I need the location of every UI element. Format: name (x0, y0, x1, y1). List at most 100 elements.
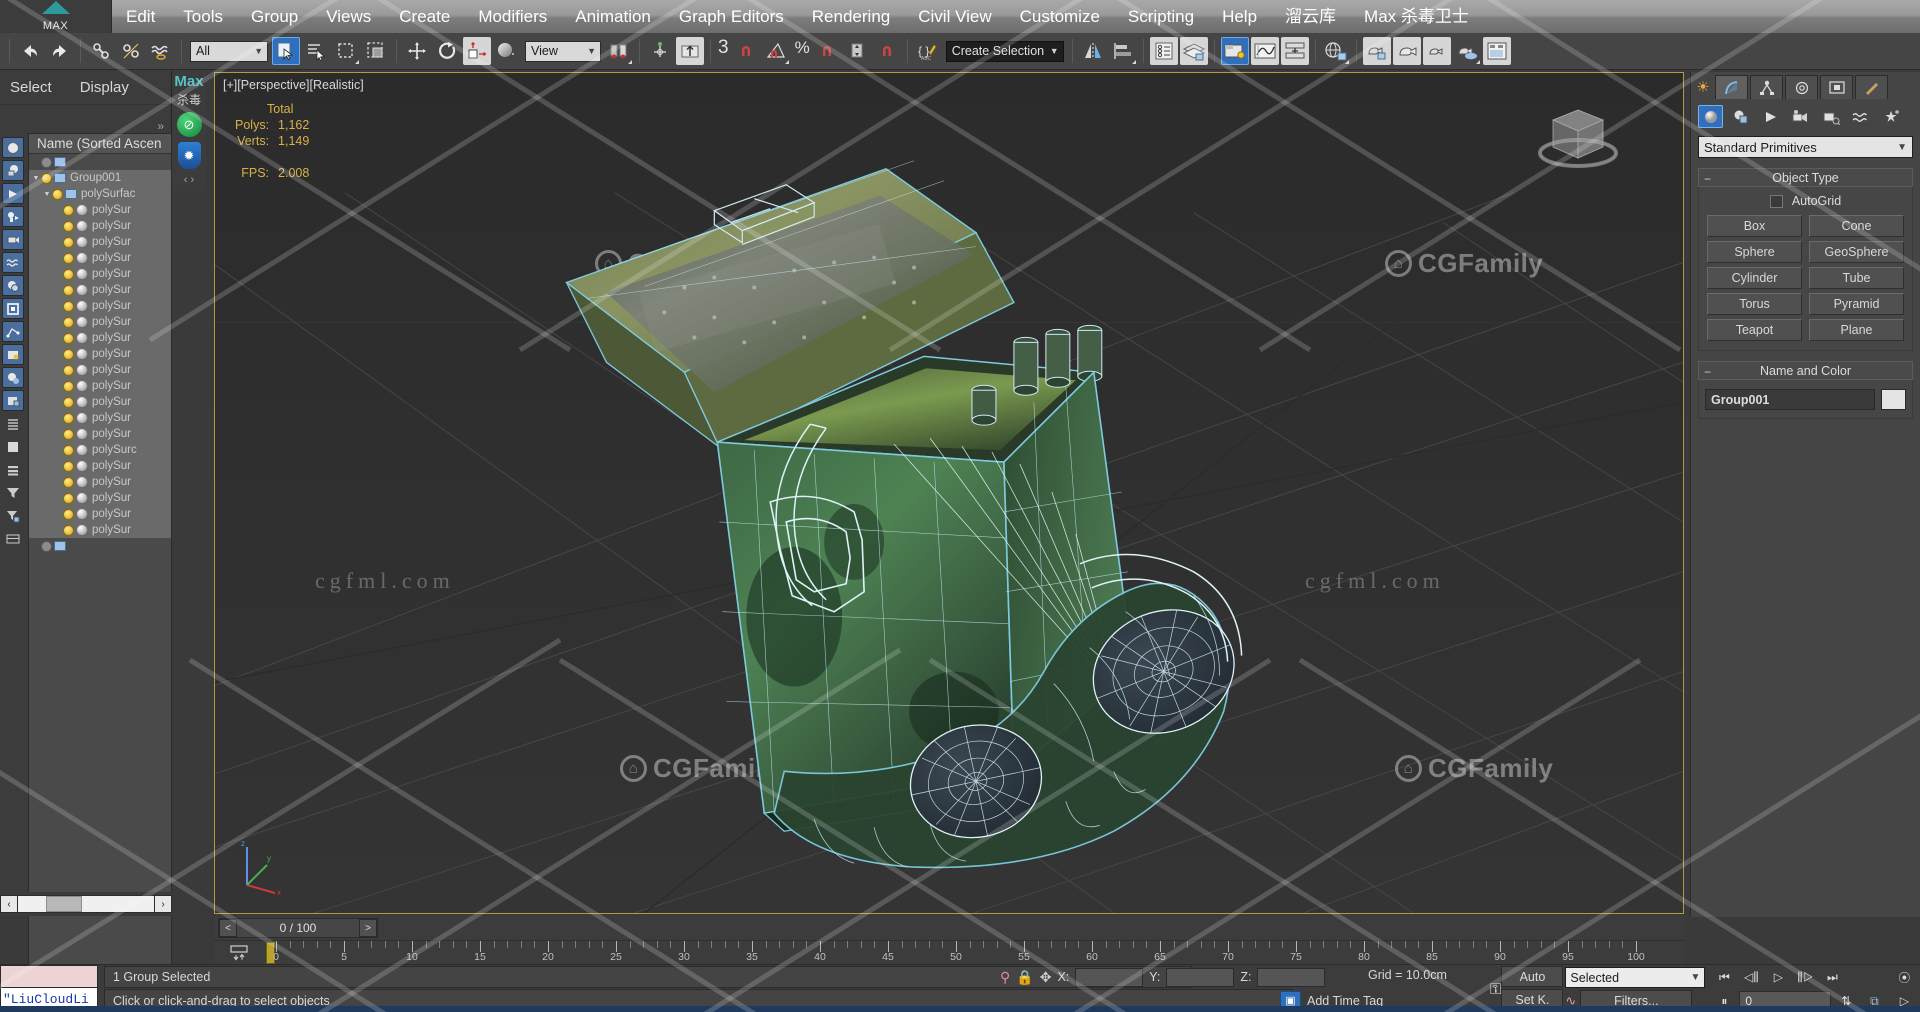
visibility-bulb-icon[interactable] (63, 444, 74, 456)
menu-item-customize[interactable]: Customize (1006, 0, 1114, 33)
visibility-bulb-icon[interactable] (63, 252, 74, 264)
antivirus-collapse-icon[interactable]: ‹ › (184, 174, 194, 186)
scene-node-row[interactable]: polySur (29, 298, 171, 314)
open-mini-curve-editor-icon[interactable] (228, 944, 250, 962)
display-containers-icon[interactable] (2, 390, 24, 411)
tab-create[interactable] (1715, 75, 1748, 99)
scene-node-row[interactable]: polySur (29, 250, 171, 266)
scene-node-row[interactable]: polySur (29, 490, 171, 506)
auto-key-button[interactable]: Auto (1501, 966, 1564, 987)
coord-y-field[interactable] (1166, 967, 1235, 987)
create-cone-button[interactable]: Cone (1809, 215, 1904, 237)
menu-item-modifiers[interactable]: Modifiers (464, 0, 561, 33)
absolute-relative-toggle-icon[interactable]: ✥ (1040, 969, 1052, 986)
visibility-bulb-icon[interactable] (63, 396, 74, 408)
angle-snap-toggle-icon[interactable] (762, 37, 790, 65)
object-name-input[interactable]: Group001 (1705, 389, 1875, 410)
select-and-scale-icon[interactable] (463, 37, 491, 65)
render-production-icon[interactable] (1362, 37, 1391, 65)
render-iterative-icon[interactable] (1392, 37, 1421, 65)
scene-node-row[interactable]: polySurc (29, 442, 171, 458)
visibility-bulb-icon[interactable] (63, 524, 74, 536)
maxscript-mini-listener[interactable]: "LiuCloudLi (0, 965, 98, 1012)
go-to-start-icon[interactable]: ⏮ (1711, 966, 1737, 988)
scene-explorer-list[interactable]: Name (Sorted Ascen ▼ Group001 ▼ polySurfac p… (28, 133, 172, 988)
previous-frame-arrow-icon[interactable]: < (219, 919, 237, 937)
list-view-icon[interactable] (2, 413, 24, 434)
coordinate-system-combo[interactable]: View ▼ (525, 40, 601, 62)
layer-manager-icon[interactable] (1149, 37, 1178, 65)
select-and-link-icon[interactable] (87, 37, 115, 65)
schematic-view-icon[interactable] (1280, 37, 1309, 65)
autogrid-row[interactable]: AutoGrid (1707, 194, 1904, 208)
scene-explorer-scrollbar[interactable]: ‹ › (0, 892, 172, 916)
cameras-icon[interactable] (1788, 105, 1813, 128)
reference-coordinate-system-icon[interactable] (493, 37, 521, 65)
menu-item-graph-editors[interactable]: Graph Editors (665, 0, 798, 33)
display-bones-icon[interactable] (2, 206, 24, 227)
select-and-move-icon[interactable] (403, 37, 431, 65)
filter-icon[interactable] (2, 482, 24, 503)
antivirus-shield-icon[interactable]: ✹ (177, 142, 201, 169)
scene-explorer-column-header[interactable]: Name (Sorted Ascen (29, 134, 171, 154)
visibility-bulb-icon[interactable] (63, 268, 74, 280)
key-mode-toggle-icon[interactable]: ⚿ (1490, 977, 1501, 1001)
expand-chevron-icon[interactable]: » (157, 119, 164, 133)
scene-node-row[interactable]: polySur (29, 458, 171, 474)
menu-item-liuyunku[interactable]: 溜云库 (1271, 0, 1350, 33)
render-frame-window-icon[interactable] (1482, 37, 1511, 65)
scene-node-row[interactable]: polySur (29, 330, 171, 346)
tab-hierarchy[interactable] (1785, 75, 1818, 99)
viewport-label[interactable]: [+][Perspective][Realistic] (223, 78, 364, 92)
scene-explorer-menu-select[interactable]: Select (10, 79, 52, 96)
track-bar[interactable]: 5 10 15 20 25 30 35 40 45 50 55 60 65 70 75 80 85 90 95 100… (214, 940, 1684, 964)
selection-lock-pin-icon[interactable]: ⚲ (1000, 969, 1010, 986)
create-torus-button[interactable]: Torus (1707, 293, 1802, 315)
toggle-layout-icon[interactable] (2, 528, 24, 549)
scrollbar-thumb[interactable] (46, 896, 82, 912)
menu-item-max-antivirus[interactable]: Max 杀毒卫士 (1350, 0, 1483, 33)
create-cylinder-button[interactable]: Cylinder (1707, 267, 1802, 289)
select-by-name-icon[interactable] (302, 37, 330, 65)
selection-filter-combo[interactable]: All ▼ (190, 40, 268, 62)
visibility-bulb-icon[interactable] (63, 380, 74, 392)
expand-triangle-icon[interactable]: ▼ (31, 175, 41, 182)
visibility-bulb-icon[interactable] (63, 236, 74, 248)
display-splines-icon[interactable] (2, 321, 24, 342)
expand-all-icon[interactable] (2, 459, 24, 480)
render-setup-icon[interactable] (1322, 37, 1350, 65)
selection-lock-icon[interactable]: 🔒 (1016, 969, 1033, 986)
scene-node-row[interactable]: polySur (29, 394, 171, 410)
scene-node-row[interactable]: polySur (29, 202, 171, 218)
percent-snap-toggle-icon[interactable] (813, 37, 841, 65)
view-cube[interactable] (1523, 98, 1623, 183)
redo-icon[interactable] (46, 37, 74, 65)
shapes-icon[interactable] (1728, 105, 1753, 128)
scene-node-row[interactable]: polySur (29, 266, 171, 282)
autogrid-checkbox[interactable] (1769, 194, 1783, 208)
scene-node-row[interactable] (29, 538, 171, 554)
create-teapot-button[interactable]: Teapot (1707, 319, 1802, 341)
scene-node-row[interactable]: polySur (29, 362, 171, 378)
create-pyramid-button[interactable]: Pyramid (1809, 293, 1904, 315)
previous-frame-icon[interactable]: ◁⫼ (1738, 966, 1764, 988)
scene-node-row[interactable]: polySur (29, 218, 171, 234)
create-sphere-button[interactable]: Sphere (1707, 241, 1802, 263)
scene-node-row[interactable]: polySur (29, 282, 171, 298)
display-all-icon[interactable] (2, 137, 24, 158)
scene-node-row[interactable]: ▼ Group001 (29, 170, 171, 186)
visibility-bulb-icon[interactable] (63, 508, 74, 520)
visibility-bulb-icon[interactable] (63, 412, 74, 424)
visibility-bulb-icon[interactable] (41, 156, 52, 168)
scene-node-row[interactable] (29, 154, 171, 170)
snap-magnet-icon[interactable] (873, 37, 901, 65)
antivirus-scan-icon[interactable]: ⊘ (176, 112, 202, 137)
scene-node-row[interactable]: polySur (29, 522, 171, 538)
create-geosphere-button[interactable]: GeoSphere (1809, 241, 1904, 263)
display-geometry-icon[interactable] (2, 160, 24, 181)
layer-view-icon[interactable] (2, 436, 24, 457)
go-to-end-icon[interactable]: ⏭ (1819, 966, 1845, 988)
named-selection-sets-combo[interactable]: Create Selection Se ▼ (945, 40, 1064, 62)
zoom-icon[interactable]: ⦿ (1891, 966, 1917, 988)
next-frame-icon[interactable]: ⫼▷ (1792, 966, 1818, 988)
